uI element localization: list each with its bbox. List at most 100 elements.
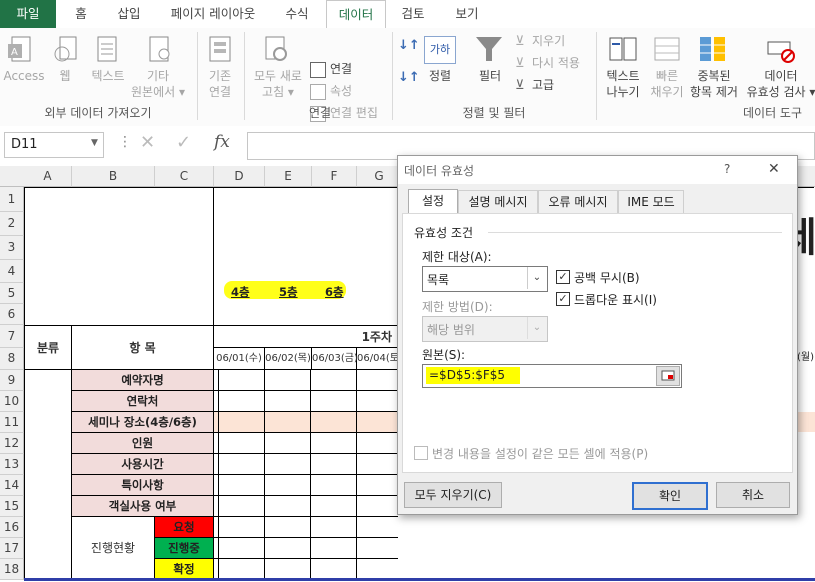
tab-file[interactable]: 파일 (0, 0, 56, 28)
filter-icon[interactable] (474, 34, 504, 64)
filter-label[interactable]: 필터 (474, 68, 506, 84)
insert-function-icon[interactable]: fx (214, 132, 230, 152)
column-header[interactable]: B (72, 166, 155, 187)
sort-label[interactable]: 정렬 (424, 68, 456, 84)
title-area-left (24, 187, 214, 325)
column-header[interactable]: A (24, 166, 72, 187)
collapse-dialog-icon[interactable] (656, 366, 680, 386)
data-validation-label[interactable]: 데이터 유효성 검사 ▾ (746, 68, 815, 100)
row-header[interactable]: 14 (0, 475, 24, 496)
column-header[interactable]: G (357, 166, 402, 187)
row-header[interactable]: 15 (0, 496, 24, 517)
tab-data[interactable]: 데이터 (326, 0, 386, 30)
name-box[interactable]: D11 ▼ (4, 132, 104, 158)
text-to-columns-label[interactable]: 텍스트 나누기 (600, 68, 646, 100)
item-cell[interactable]: 특이사항 (72, 475, 214, 496)
clear-all-button[interactable]: 모두 지우기(C) (404, 482, 502, 508)
tab-error-alert[interactable]: 오류 메시지 (538, 190, 618, 213)
advanced-filter-icon[interactable]: ⊻ (515, 78, 525, 93)
row-header[interactable]: 18 (0, 559, 24, 580)
ignore-blank-checkbox[interactable]: ✓ (556, 270, 570, 284)
select-all-corner[interactable] (0, 166, 25, 187)
chevron-down-icon[interactable]: ▼ (91, 138, 98, 148)
cancel-button[interactable]: 취소 (716, 482, 790, 508)
web-icon[interactable] (52, 34, 82, 64)
data-grid[interactable] (214, 370, 398, 580)
row-header[interactable]: 4 (0, 260, 24, 283)
source-input[interactable]: =$D$5:$F$5 (422, 364, 682, 388)
column-header[interactable]: D (214, 166, 265, 187)
row-header[interactable]: 10 (0, 391, 24, 412)
tab-formulas[interactable]: 수식 (272, 0, 322, 28)
clear-filter-label: 지우기 (532, 34, 566, 48)
item-cell[interactable]: 예약자명 (72, 370, 214, 391)
dropdown-label: 드롭다운 표시(I) (574, 293, 657, 307)
flash-fill-label: 빠른 채우기 (650, 69, 684, 99)
ok-button[interactable]: 확인 (632, 482, 708, 510)
item-cell[interactable]: 객실사용 여부 (72, 496, 214, 517)
chevron-down-icon[interactable]: ⌄ (527, 267, 546, 289)
dropdown-checkbox[interactable]: ✓ (556, 292, 570, 306)
tab-insert[interactable]: 삽입 (104, 0, 154, 28)
properties-icon[interactable] (310, 84, 326, 100)
sort-ascending-icon[interactable]: ↓↑ (398, 38, 420, 53)
column-header[interactable]: F (312, 166, 357, 187)
tab-home[interactable]: 홈 (58, 0, 104, 28)
tab-view[interactable]: 보기 (442, 0, 492, 28)
name-box-value: D11 (11, 137, 38, 152)
column-header[interactable]: E (265, 166, 312, 187)
existing-connections-icon[interactable] (206, 34, 236, 64)
text-to-columns-icon[interactable] (608, 34, 638, 64)
progress-label: 진행현황 (72, 517, 155, 580)
row-header[interactable]: 11 (0, 412, 24, 433)
remove-duplicates-label[interactable]: 중복된 항목 제거 (686, 68, 742, 100)
item-cell[interactable]: 세미나 장소(4층/6층) (72, 412, 214, 433)
sort-descending-icon[interactable]: ↓↑ (398, 70, 420, 85)
category-cell[interactable] (24, 370, 72, 580)
other-sources-icon[interactable] (144, 34, 174, 64)
close-icon[interactable]: ✕ (768, 161, 780, 177)
row-header[interactable]: 5 (0, 283, 24, 304)
enter-icon[interactable]: ✓ (176, 132, 191, 153)
refresh-all-label: 모두 새로 고침 ▾ (254, 69, 302, 99)
status-request[interactable]: 요청 (155, 517, 214, 538)
row-header[interactable]: 2 (0, 212, 24, 236)
row-header[interactable]: 7 (0, 325, 24, 348)
tab-input-message[interactable]: 설명 메시지 (458, 190, 538, 213)
column-header[interactable]: C (155, 166, 214, 187)
text-file-icon[interactable] (92, 34, 122, 64)
tab-ime-mode[interactable]: IME 모드 (618, 190, 684, 213)
remove-duplicates-icon[interactable] (698, 34, 728, 64)
item-cell[interactable]: 사용시간 (72, 454, 214, 475)
tab-settings[interactable]: 설정 (408, 189, 458, 214)
help-button[interactable]: ? (724, 162, 730, 176)
cancel-icon[interactable]: ✕ (140, 132, 155, 153)
row-header[interactable]: 9 (0, 370, 24, 391)
refresh-all-icon[interactable] (262, 34, 292, 64)
row-header[interactable]: 6 (0, 304, 24, 325)
advanced-filter-label[interactable]: 고급 (532, 77, 554, 93)
row-header[interactable]: 16 (0, 517, 24, 538)
data-label: 제한 방법(D): (422, 300, 493, 314)
status-confirmed[interactable]: 확정 (155, 559, 214, 580)
data-validation-icon[interactable] (766, 34, 796, 64)
connections-label[interactable]: 연결 (330, 61, 352, 77)
access-icon[interactable]: A (8, 34, 38, 64)
row-header[interactable]: 1 (0, 187, 24, 212)
allow-select[interactable]: 목록 ⌄ (422, 266, 548, 292)
flash-fill-icon (652, 34, 682, 64)
tab-page-layout[interactable]: 페이지 레이아웃 (158, 0, 268, 28)
row-header[interactable]: 12 (0, 433, 24, 454)
text-label: 텍스트 (91, 69, 125, 83)
row-header[interactable]: 3 (0, 236, 24, 260)
item-cell[interactable]: 인원 (72, 433, 214, 454)
row-header[interactable]: 8 (0, 348, 24, 370)
item-cell[interactable]: 연락처 (72, 391, 214, 412)
tab-review[interactable]: 검토 (388, 0, 438, 28)
row-header[interactable]: 13 (0, 454, 24, 475)
connections-icon[interactable] (310, 62, 326, 78)
sort-dialog-icon[interactable]: 가하 (424, 36, 456, 64)
row-header[interactable]: 17 (0, 538, 24, 559)
data-validation-dialog: 데이터 유효성 ? ✕ 설정 설명 메시지 오류 메시지 IME 모드 유효성 … (397, 155, 798, 515)
status-in-progress[interactable]: 진행중 (155, 538, 214, 559)
